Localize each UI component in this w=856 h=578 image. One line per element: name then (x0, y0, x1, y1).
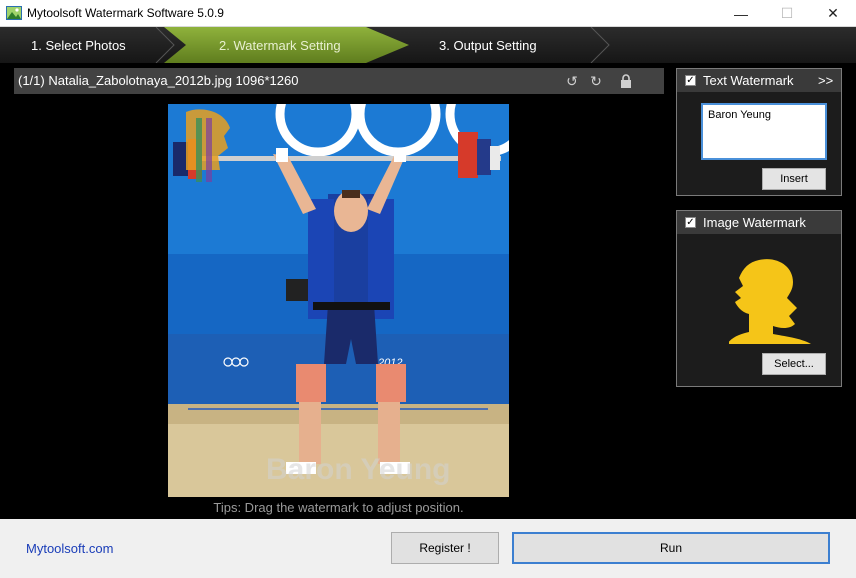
logo-watermark-image (729, 259, 811, 344)
run-button[interactable]: Run (512, 532, 830, 564)
step-separator-icon (590, 27, 610, 63)
text-watermark-header: ✓ Text Watermark >> (677, 69, 841, 92)
lock-icon[interactable] (618, 73, 634, 89)
expand-button[interactable]: >> (818, 73, 833, 88)
select-image-button[interactable]: Select... (762, 353, 826, 375)
watermark-text-input[interactable]: Baron Yeung (701, 103, 827, 160)
title-bar: Mytoolsoft Watermark Software 5.0.9 — ☐ … (0, 0, 856, 27)
minimize-button[interactable]: — (718, 0, 764, 27)
image-watermark-title: Image Watermark (703, 215, 806, 230)
footer-bar: Mytoolsoft.com Register ! Run (0, 519, 856, 578)
text-watermark-checkbox[interactable]: ✓ (685, 75, 696, 86)
window-title: Mytoolsoft Watermark Software 5.0.9 (27, 6, 224, 20)
preview-area: (1/1) Natalia_Zabolotnaya_2012b.jpg 1096… (0, 63, 856, 519)
register-button[interactable]: Register ! (391, 532, 499, 564)
text-watermark-overlay[interactable]: Baron Yeung (266, 453, 450, 487)
wizard-steps: 1. Select Photos 2. Watermark Setting 3.… (0, 27, 856, 63)
insert-button[interactable]: Insert (762, 168, 826, 190)
step-output-setting[interactable]: 3. Output Setting (409, 27, 609, 63)
preview-photo[interactable]: 2012 Baron Yeung (168, 104, 509, 497)
text-watermark-panel: ✓ Text Watermark >> Baron Yeung Insert (676, 68, 842, 196)
step-select-photos[interactable]: 1. Select Photos (0, 27, 170, 63)
text-watermark-title: Text Watermark (703, 73, 794, 88)
close-button[interactable]: ✕ (810, 0, 856, 27)
rotate-right-icon[interactable]: ↻ (588, 73, 604, 89)
maximize-button[interactable]: ☐ (764, 0, 810, 27)
app-icon (6, 6, 22, 20)
website-link[interactable]: Mytoolsoft.com (26, 541, 113, 556)
image-watermark-panel: ✓ Image Watermark Select... (676, 210, 842, 387)
rotate-left-icon[interactable]: ↺ (564, 73, 580, 89)
file-info: (1/1) Natalia_Zabolotnaya_2012b.jpg 1096… (18, 73, 299, 88)
image-watermark-checkbox[interactable]: ✓ (685, 217, 696, 228)
file-info-bar: (1/1) Natalia_Zabolotnaya_2012b.jpg 1096… (14, 68, 664, 94)
tips-text: Tips: Drag the watermark to adjust posit… (213, 500, 464, 515)
step-watermark-setting[interactable]: 2. Watermark Setting (164, 27, 409, 63)
image-watermark-header: ✓ Image Watermark (677, 211, 841, 234)
